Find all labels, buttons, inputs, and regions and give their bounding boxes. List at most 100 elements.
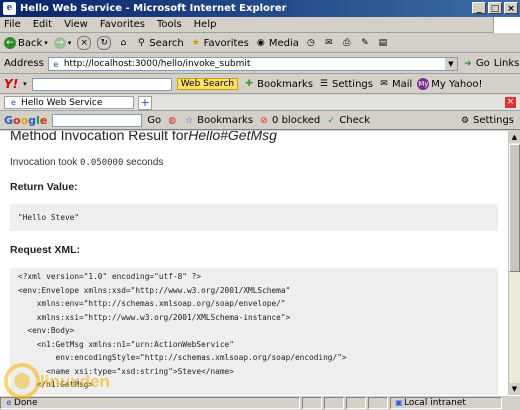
my-yahoo-label: My Yahoo! [431, 78, 483, 90]
refresh-icon[interactable]: ↻ [97, 36, 112, 50]
close-button[interactable]: × [504, 2, 518, 14]
check-label: Check [339, 115, 371, 126]
media-label: Media [268, 37, 299, 49]
xml-line: </n1:GetMsg> [18, 380, 94, 389]
back-arrow-icon: ← [4, 37, 16, 49]
google-settings-button[interactable]: ⚙ Settings [459, 115, 514, 127]
yahoo-logo[interactable]: Y! [4, 77, 18, 91]
return-value-heading: Return Value: [10, 181, 78, 193]
google-logo: Google [4, 114, 48, 127]
menu-file[interactable]: File [4, 19, 21, 30]
bookmark-plus-icon: ✚ [245, 79, 253, 89]
status-segment-3 [346, 397, 366, 409]
standard-toolbar: ← Back ▾ → ▾ × ↻ ⌂ ⚲ Search ★ Favorites ◉ … [0, 34, 520, 53]
address-input[interactable]: e http://localhost:3000/hello/invoke_sub… [47, 56, 458, 71]
spellcheck-button[interactable]: ✓ Check [325, 115, 370, 127]
xml-line: <name xsi:type="xsd:string">Steve</name> [18, 366, 234, 376]
xml-line: env:encodingStyle="http://schemas.xmlsoa… [18, 353, 347, 362]
status-page-icon: e [6, 398, 12, 407]
xml-line: <n1:GetMsg xmlns:n1="urn:ActionWebServic… [18, 339, 234, 349]
menu-tools[interactable]: Tools [157, 19, 182, 30]
tab-hello-web-service[interactable]: e Hello Web Service [4, 96, 134, 109]
scroll-up-icon[interactable]: ▲ [509, 131, 520, 143]
go-arrow-icon: ➜ [464, 58, 472, 69]
yahoo-settings-button[interactable]: ☰ Settings [318, 78, 373, 90]
stop-icon[interactable]: × [77, 36, 92, 50]
xml-line: <?xml version="1.0" encoding="utf-8" ?> [18, 272, 202, 281]
status-bar: e Done ▣ Local intranet [0, 395, 520, 410]
yahoo-settings-label: Settings [331, 78, 373, 90]
media-button[interactable]: ◉ Media [255, 37, 299, 49]
home-icon[interactable]: ⌂ [117, 37, 129, 49]
star-icon: ★ [191, 38, 200, 48]
invoke-suffix: seconds [123, 157, 164, 168]
mail-envelope-icon: ✉ [380, 79, 388, 89]
my-yahoo-icon: My [417, 78, 430, 90]
google-icons-icon[interactable]: ◍ [166, 115, 178, 127]
go-button[interactable]: ➜ Go [462, 58, 490, 70]
yahoo-search-input[interactable] [31, 77, 172, 91]
yahoo-mail-label: Mail [391, 78, 413, 90]
window-title: Hello Web Service - Microsoft Internet E… [20, 3, 287, 14]
history-icon[interactable]: ◷ [305, 37, 317, 49]
security-zone-segment: ▣ Local intranet [390, 397, 502, 409]
tab-bar: e Hello Web Service + × [0, 95, 520, 111]
popup-blocker-button[interactable]: ⊘ 0 blocked [258, 115, 320, 127]
favorites-label: Favorites [203, 37, 249, 49]
tab-label: Hello Web Service [21, 97, 103, 108]
status-segment-2 [324, 397, 344, 409]
invoke-time-value: 0.050000 [80, 158, 124, 168]
edit-icon[interactable]: ✎ [359, 37, 371, 49]
yahoo-mail-button[interactable]: ✉ Mail [378, 78, 412, 90]
google-bookmarks-label: Bookmarks [197, 115, 254, 126]
vertical-scrollbar[interactable]: ▲ ▼ [508, 131, 520, 395]
title-bar: e Hello Web Service - Microsoft Internet… [0, 0, 520, 17]
forward-button[interactable]: → ▾ [53, 37, 71, 49]
check-icon: ✓ [327, 115, 336, 126]
page-title-prefix: Method Invocation Result for [10, 131, 189, 143]
address-dropdown-icon[interactable]: ▼ [444, 57, 457, 70]
status-segment-4 [368, 397, 388, 409]
page-icon: e [53, 59, 59, 69]
popup-blocked-label: 0 blocked [272, 115, 321, 126]
print-icon[interactable]: ⎙ [341, 37, 353, 49]
new-tab-button[interactable]: + [138, 95, 152, 110]
yahoo-toolbar: Y! ▾ Web Search ✚ Bookmarks ☰ Settings ✉ … [0, 75, 520, 94]
scroll-down-icon[interactable]: ▼ [509, 383, 520, 395]
google-settings-icon: ⚙ [460, 115, 470, 126]
request-xml-box: <?xml version="1.0" encoding="utf-8" ?> <… [10, 268, 498, 395]
maximize-button[interactable]: □ [488, 2, 502, 14]
menu-favorites[interactable]: Favorites [100, 19, 145, 30]
search-icon: ⚲ [138, 38, 145, 48]
status-segment-1 [302, 397, 322, 409]
mail-icon[interactable]: ✉ [323, 37, 335, 49]
google-search-input[interactable] [52, 114, 143, 127]
search-button[interactable]: ⚲ Search [135, 37, 184, 49]
menu-bar: File Edit View Favorites Tools Help [0, 17, 520, 33]
return-value: "Hello Steve" [18, 213, 80, 222]
minimize-button[interactable]: _ [472, 2, 486, 14]
settings-page-icon: ☰ [319, 79, 328, 89]
my-yahoo-button[interactable]: My My Yahoo! [417, 78, 482, 90]
address-bar: Address e http://localhost:3000/hello/in… [0, 54, 520, 74]
menu-edit[interactable]: Edit [33, 19, 52, 30]
google-settings-label: Settings [472, 115, 514, 126]
menu-view[interactable]: View [64, 19, 88, 30]
favorites-button[interactable]: ★ Favorites [190, 37, 249, 49]
discuss-icon[interactable]: ▤ [377, 37, 389, 49]
links-label[interactable]: Links [494, 58, 520, 69]
scroll-thumb[interactable] [509, 144, 520, 272]
close-tab-icon[interactable]: × [505, 97, 516, 108]
xml-line: <env:Body> [18, 326, 75, 335]
google-go-button[interactable]: Go [147, 115, 161, 126]
xml-line: xmlns:env="http://schemas.xmlsoap.org/so… [18, 299, 286, 308]
yahoo-bookmarks-label: Bookmarks [257, 78, 313, 90]
yahoo-web-search-button[interactable]: Web Search [176, 78, 239, 90]
back-button[interactable]: ← Back ▾ [4, 37, 48, 49]
google-bookmarks-button[interactable]: ☆ Bookmarks [183, 115, 253, 127]
menu-help[interactable]: Help [194, 19, 217, 30]
media-icon: ◉ [256, 38, 265, 48]
popup-blocker-icon: ⊘ [260, 115, 268, 126]
page-title-method: Hello#GetMsg [188, 131, 277, 143]
yahoo-bookmarks-button[interactable]: ✚ Bookmarks [243, 78, 313, 90]
